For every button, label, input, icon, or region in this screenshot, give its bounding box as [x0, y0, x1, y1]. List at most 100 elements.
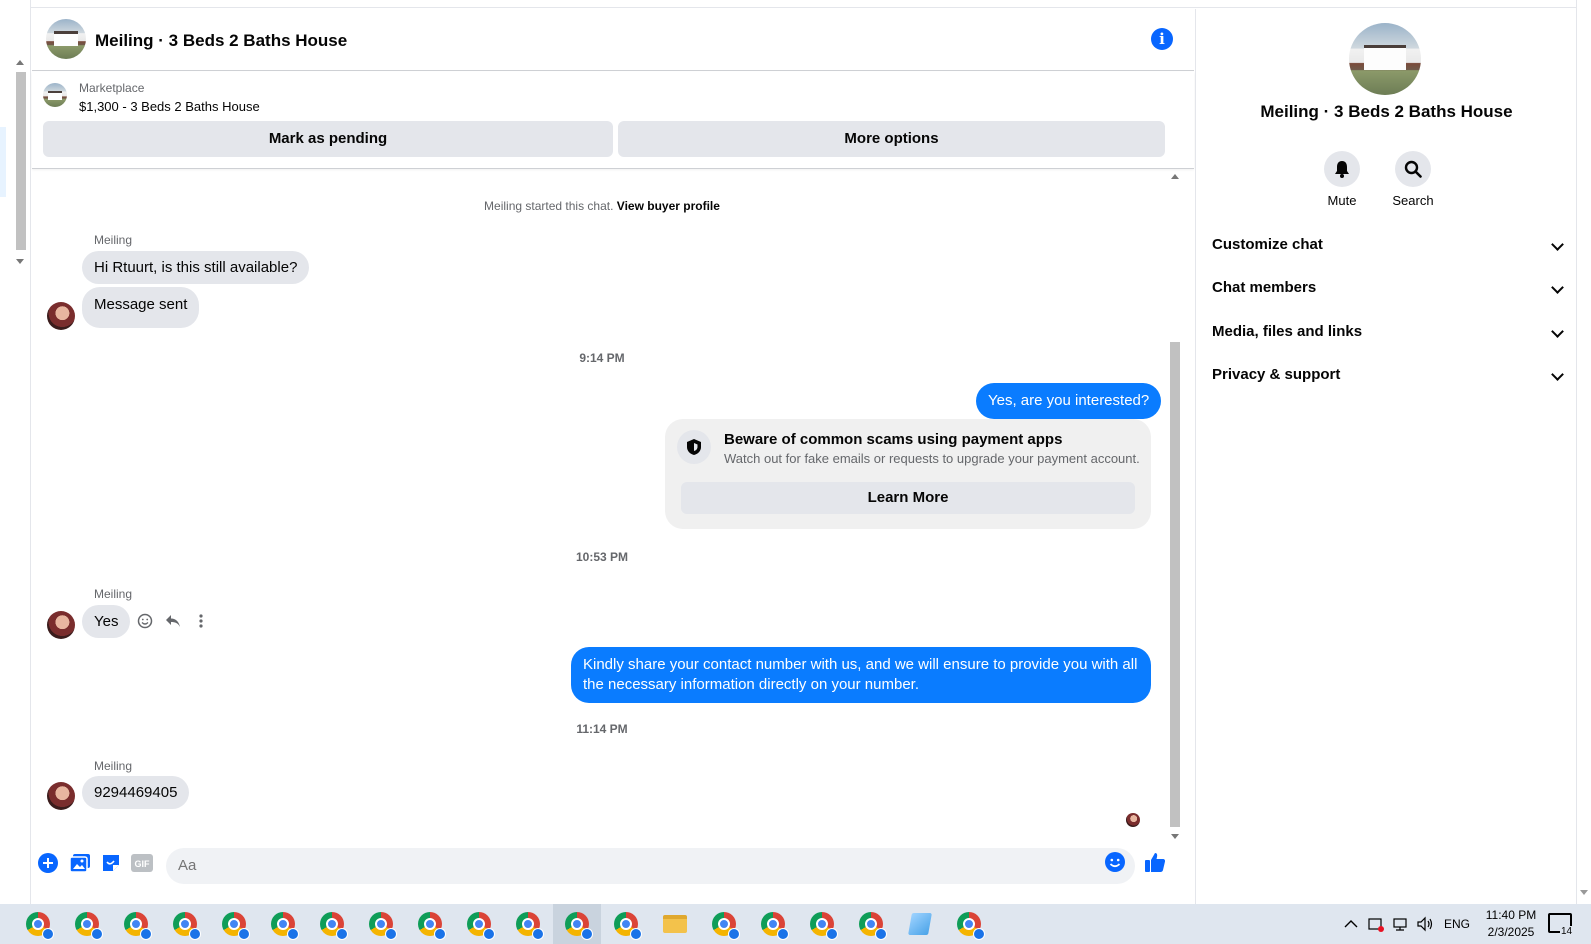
chat-scroll-down[interactable] — [1171, 834, 1179, 839]
sender-name: Meiling — [94, 233, 133, 247]
listing-avatar[interactable] — [46, 19, 86, 59]
chrome-icon[interactable] — [749, 904, 797, 944]
chrome-icon[interactable] — [602, 904, 650, 944]
like-icon[interactable] — [1143, 850, 1167, 874]
section-label: Customize chat — [1212, 236, 1323, 253]
sticker-icon[interactable] — [100, 852, 122, 874]
chrome-icon[interactable] — [210, 904, 258, 944]
chat-details-panel: Meiling · 3 Beds 2 Baths House Mute Sear… — [1195, 9, 1576, 904]
emoji-icon[interactable] — [1104, 851, 1126, 873]
page-scrollbar[interactable] — [1576, 0, 1591, 904]
chat-started-notice: Meiling started this chat. View buyer pr… — [32, 199, 1172, 213]
volume-icon[interactable] — [1416, 916, 1434, 932]
incoming-message[interactable]: Message sent — [82, 287, 200, 328]
plus-icon[interactable] — [37, 852, 59, 874]
chrome-icon[interactable] — [259, 904, 307, 944]
scam-warning-title: Beware of common scams using payment app… — [724, 431, 1063, 448]
mute-label: Mute — [1327, 193, 1357, 208]
top-border — [31, 0, 1591, 8]
app-window: Meiling · 3 Beds 2 Baths House i Marketp… — [0, 0, 1591, 944]
clock-date: 2/3/2025 — [1487, 925, 1535, 939]
chrome-icon[interactable] — [112, 904, 160, 944]
scam-warning-body: Watch out for fake emails or requests to… — [724, 451, 1140, 466]
search-icon[interactable] — [1395, 151, 1431, 187]
timestamp: 9:14 PM — [579, 351, 625, 365]
info-icon[interactable]: i — [1151, 28, 1173, 50]
language-indicator[interactable]: ENG — [1444, 917, 1470, 931]
sender-avatar[interactable] — [47, 302, 75, 330]
sender-avatar[interactable] — [47, 611, 75, 639]
mark-as-pending-button[interactable]: Mark as pending — [43, 121, 613, 157]
windows-taskbar: ENG 11:40 PM 2/3/2025 14 — [0, 904, 1591, 944]
chrome-icon[interactable] — [798, 904, 846, 944]
chevron-up-icon[interactable] — [1344, 919, 1358, 929]
incoming-message[interactable]: Hi Rtuurt, is this still available? — [82, 251, 310, 284]
system-clock[interactable]: 11:40 PM 2/3/2025 — [1476, 907, 1546, 941]
left-scroll-up[interactable] — [16, 60, 24, 65]
message-input[interactable] — [166, 848, 1135, 884]
chrome-icon[interactable] — [14, 904, 62, 944]
gif-icon[interactable]: GIF — [131, 852, 153, 874]
sender-avatar[interactable] — [47, 782, 75, 810]
chrome-icon[interactable] — [406, 904, 454, 944]
security-icon[interactable] — [1368, 916, 1384, 932]
outgoing-message[interactable]: Yes, are you interested? — [976, 383, 1162, 419]
chrome-icon-active[interactable] — [553, 904, 601, 944]
gif-label: GIF — [135, 859, 151, 869]
more-options-button[interactable]: More options — [618, 121, 1165, 157]
scam-warning-card: Beware of common scams using payment app… — [665, 419, 1151, 529]
bell-icon[interactable] — [1324, 151, 1360, 187]
chrome-icon[interactable] — [945, 904, 993, 944]
message-actions — [136, 610, 210, 632]
chrome-icon[interactable] — [455, 904, 503, 944]
learn-more-button[interactable]: Learn More — [681, 482, 1135, 514]
chat-scroll-up[interactable] — [1171, 174, 1179, 179]
listing-title[interactable]: $1,300 - 3 Beds 2 Baths House — [79, 99, 260, 114]
chrome-icon[interactable] — [161, 904, 209, 944]
search-action[interactable]: Search — [1383, 151, 1443, 208]
sender-name: Meiling — [94, 759, 133, 773]
chrome-icon[interactable] — [700, 904, 748, 944]
left-scrollbar[interactable] — [16, 72, 26, 250]
customize-chat-section[interactable]: Customize chat — [1212, 227, 1564, 263]
chevron-down-icon — [1551, 325, 1564, 338]
chrome-icon[interactable] — [357, 904, 405, 944]
chrome-icon[interactable] — [63, 904, 111, 944]
react-emoji-icon[interactable] — [136, 612, 154, 630]
message-list: Meiling started this chat. View buyer pr… — [32, 170, 1182, 848]
timestamp: 11:14 PM — [576, 722, 628, 736]
chat-started-text: Meiling started this chat. — [484, 199, 614, 213]
privacy-support-section[interactable]: Privacy & support — [1212, 357, 1564, 393]
left-selected-indicator — [0, 127, 6, 197]
more-vertical-icon[interactable] — [192, 612, 210, 630]
read-receipt-avatar — [1126, 813, 1140, 827]
timestamp: 10:53 PM — [575, 550, 629, 564]
listing-thumbnail[interactable] — [43, 83, 67, 107]
chevron-down-icon — [1551, 368, 1564, 381]
chevron-down-icon — [1551, 281, 1564, 294]
image-icon[interactable] — [69, 852, 91, 874]
folder-icon[interactable] — [651, 904, 699, 944]
left-panel-strip — [0, 0, 31, 904]
tray-icons: ENG — [1344, 904, 1470, 944]
marketplace-bar: Marketplace $1,300 - 3 Beds 2 Baths Hous… — [32, 72, 1194, 169]
left-scroll-down[interactable] — [16, 259, 24, 264]
mute-action[interactable]: Mute — [1312, 151, 1372, 208]
search-label: Search — [1392, 193, 1434, 208]
incoming-message[interactable]: 9294469405 — [82, 776, 190, 809]
view-buyer-profile-link[interactable]: View buyer profile — [617, 199, 720, 213]
listing-large-avatar[interactable] — [1349, 23, 1421, 95]
network-icon[interactable] — [1392, 916, 1408, 932]
chrome-icon[interactable] — [504, 904, 552, 944]
chat-title[interactable]: Meiling · 3 Beds 2 Baths House — [95, 31, 347, 51]
outgoing-message[interactable]: Kindly share your contact number with us… — [571, 647, 1151, 703]
notepad-icon[interactable] — [896, 904, 944, 944]
chat-scrollbar[interactable] — [1170, 342, 1180, 827]
reply-icon[interactable] — [164, 612, 182, 630]
incoming-message[interactable]: Yes — [82, 605, 131, 638]
chrome-icon[interactable] — [308, 904, 356, 944]
media-files-links-section[interactable]: Media, files and links — [1212, 314, 1564, 350]
page-scroll-down[interactable] — [1580, 890, 1588, 895]
chat-members-section[interactable]: Chat members — [1212, 270, 1564, 306]
chrome-icon[interactable] — [847, 904, 895, 944]
